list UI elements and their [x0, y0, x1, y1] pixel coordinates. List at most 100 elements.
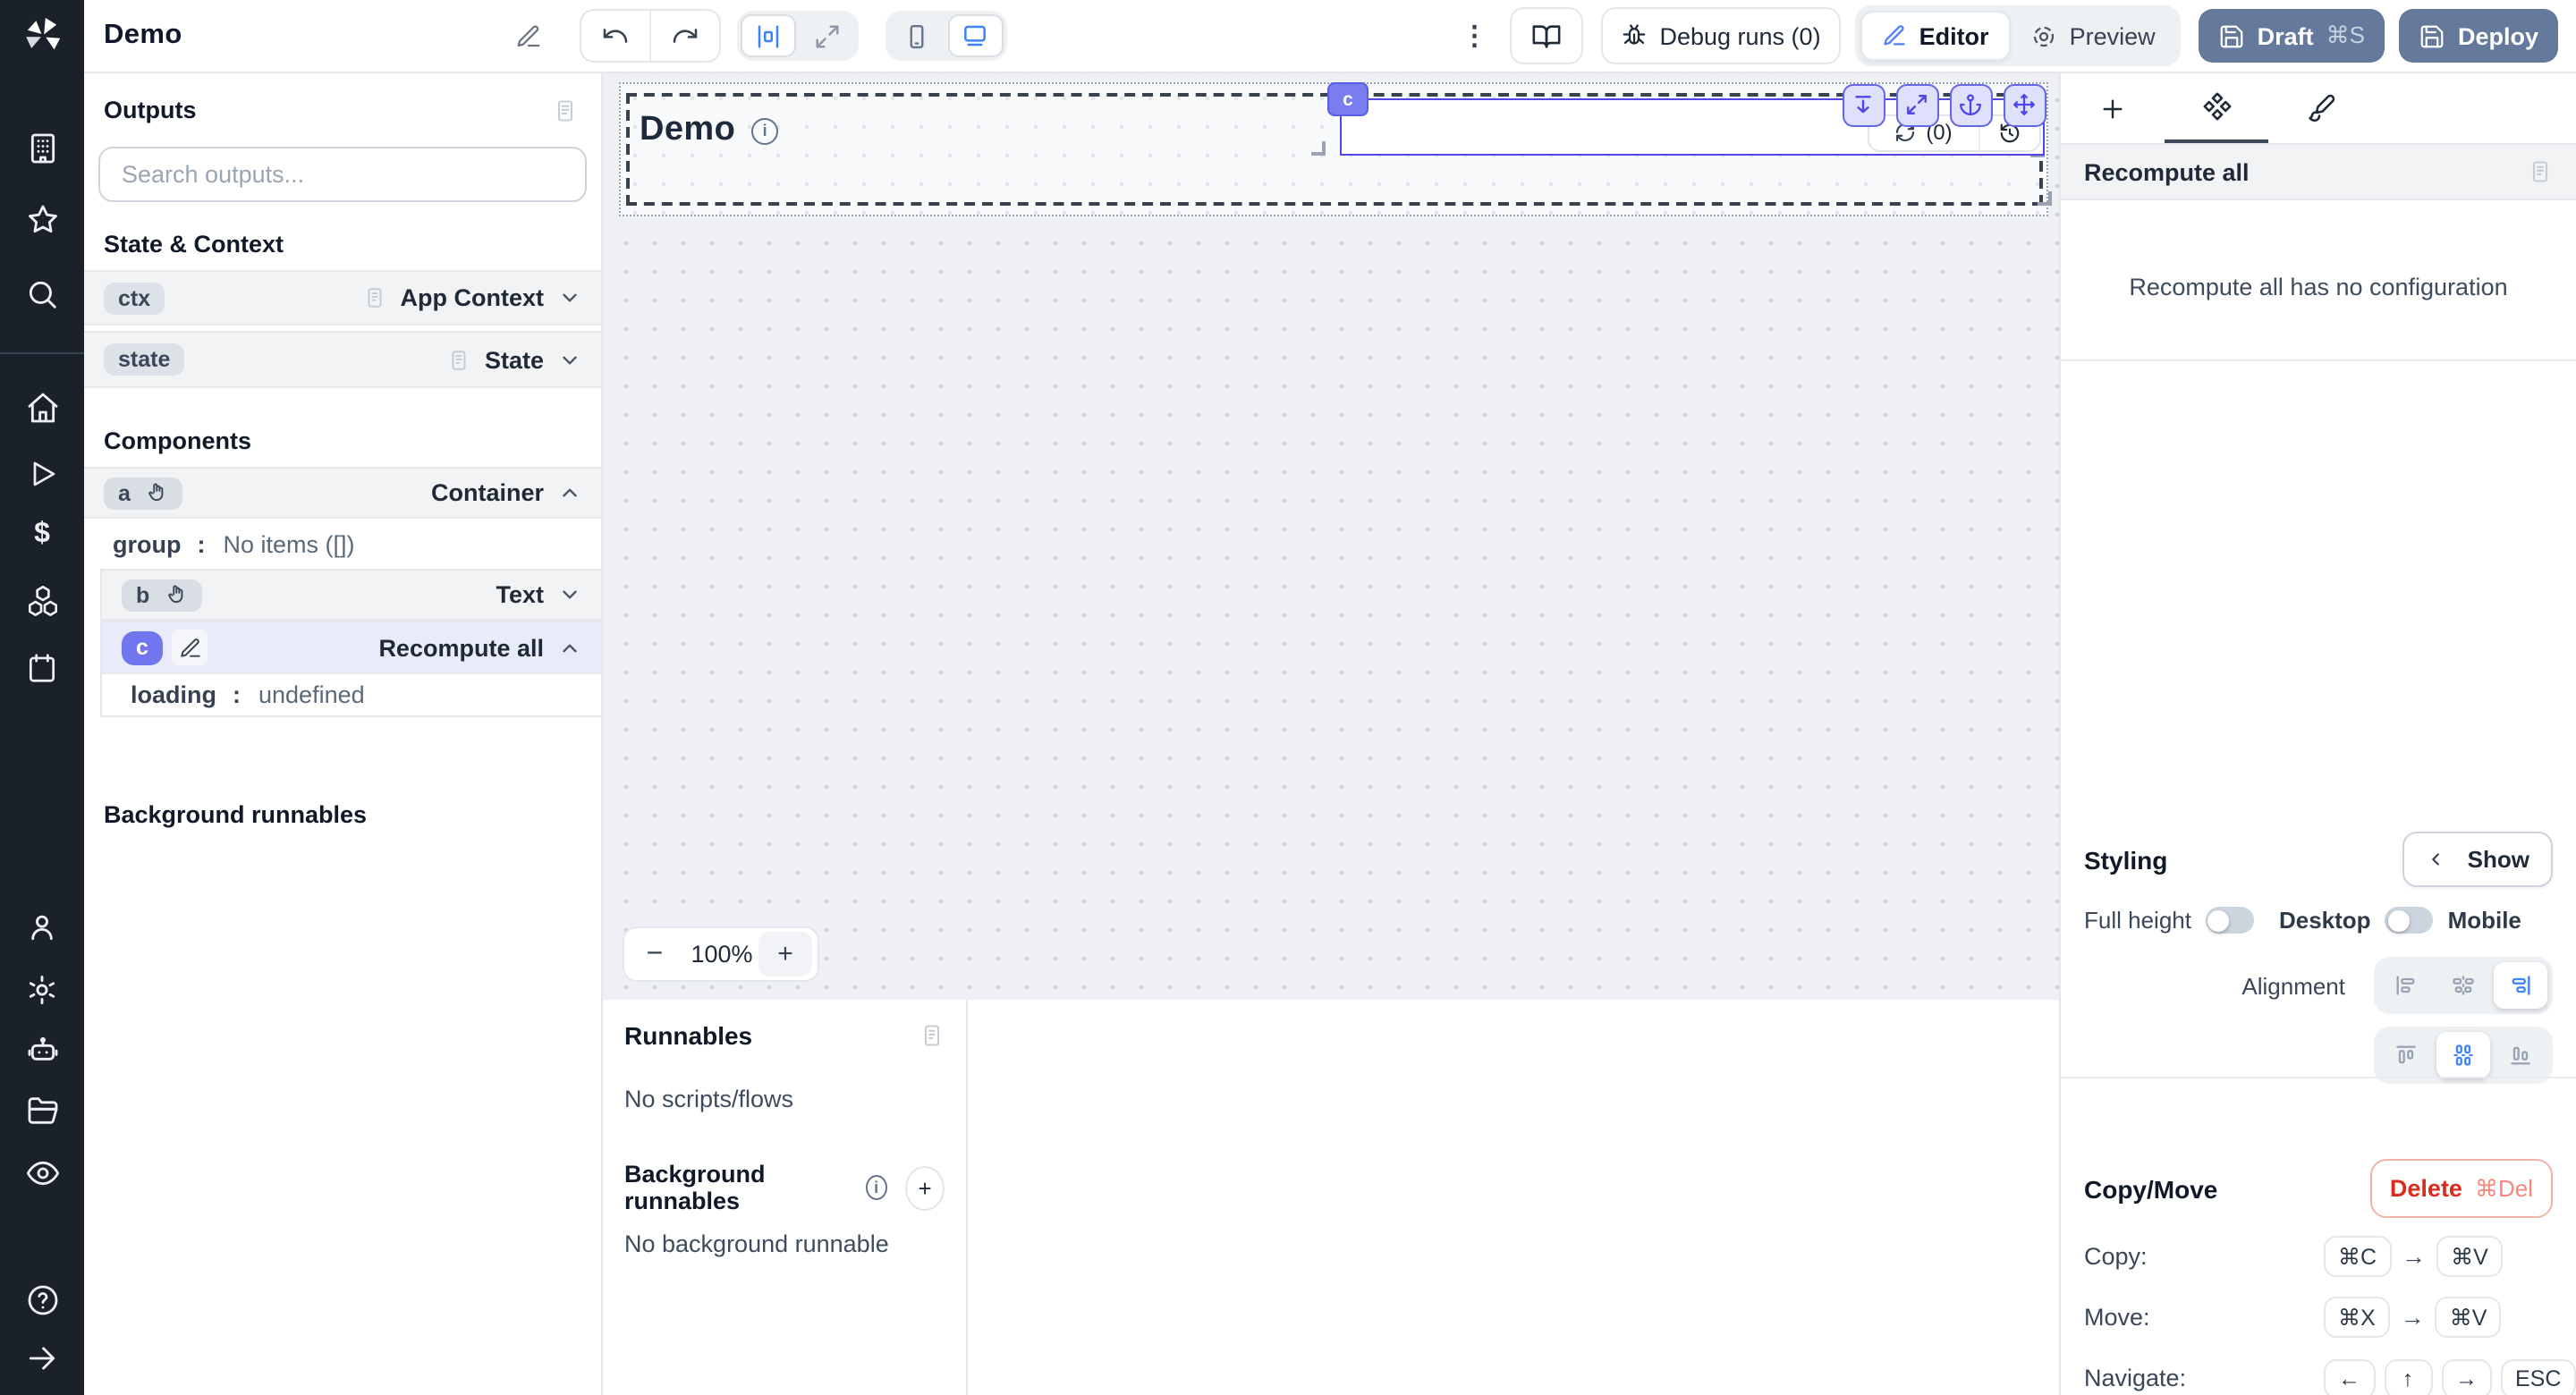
component-row-c[interactable]: c Recompute all — [102, 621, 601, 674]
component-row-a[interactable]: a Container — [84, 467, 601, 519]
search-outputs-input[interactable] — [118, 159, 567, 190]
loading-prop-row: loading : undefined — [102, 674, 601, 715]
ctx-type-label: App Context — [401, 284, 545, 311]
zoom-out-button[interactable]: − — [624, 938, 685, 970]
collapse-arrow-right-icon[interactable] — [0, 1336, 84, 1379]
panel-divider — [2061, 1077, 2576, 1078]
settings-doc-icon[interactable] — [2528, 159, 2553, 184]
a-badge: a — [104, 477, 182, 509]
empty-config-message: Recompute all has no configuration — [2061, 274, 2576, 300]
settings-gear-icon[interactable] — [0, 968, 84, 1010]
align-bottom-icon[interactable] — [2494, 1032, 2547, 1078]
fullscreen-button[interactable] — [1896, 84, 1938, 126]
align-center-vertical-icon[interactable] — [2436, 1032, 2490, 1078]
b-type-label: Text — [496, 581, 544, 608]
styling-section: Styling Show Full height Desktop — [2084, 832, 2553, 1084]
alignment-label: Alignment — [2241, 973, 2345, 1000]
home-icon[interactable] — [0, 386, 84, 429]
expand-canvas-icon[interactable] — [800, 14, 855, 57]
edit-component-pencil-icon[interactable] — [172, 630, 208, 665]
kbd-key: ESC — [2501, 1358, 2575, 1395]
align-top-icon[interactable] — [2379, 1032, 2433, 1078]
outputs-doc-icon[interactable] — [553, 97, 578, 123]
variables-dollar-icon[interactable]: $ — [0, 513, 84, 556]
help-icon[interactable] — [0, 1279, 84, 1322]
copy-shortcut-row: Copy: ⌘C → ⌘V — [2084, 1234, 2553, 1279]
align-right-icon[interactable] — [2494, 962, 2547, 1009]
resize-handle[interactable] — [1311, 141, 1326, 156]
workspace-building-icon[interactable] — [0, 127, 84, 170]
info-icon[interactable]: i — [865, 1175, 887, 1200]
delete-button[interactable]: Delete ⌘Del — [2370, 1159, 2553, 1218]
align-center-horizontal-icon[interactable] — [2436, 962, 2490, 1009]
mobile-label: Mobile — [2448, 907, 2521, 934]
windmill-logo[interactable] — [0, 13, 84, 59]
runnables-doc-icon[interactable] — [919, 1023, 945, 1048]
output-row-ctx[interactable]: ctx App Context — [84, 270, 601, 326]
chevron-down-icon[interactable] — [558, 286, 581, 309]
redo-button[interactable] — [649, 11, 719, 61]
undo-button[interactable] — [581, 11, 649, 61]
show-styling-button[interactable]: Show — [2403, 832, 2553, 887]
kbd-key: ⌘V — [2436, 1297, 2502, 1338]
outputs-title: Outputs — [104, 97, 197, 123]
canvas-zoom-control: − 100% + — [623, 926, 819, 982]
tab-settings-component-icon[interactable] — [2165, 73, 2268, 143]
panel-divider — [2061, 359, 2576, 361]
search-icon[interactable] — [0, 272, 84, 315]
more-menu-kebab-icon[interactable]: ⋮ — [1457, 20, 1491, 52]
tab-preview[interactable]: Preview — [2011, 13, 2175, 59]
folders-icon[interactable] — [0, 1089, 84, 1132]
chevron-down-icon[interactable] — [558, 583, 581, 606]
background-runnables-heading: Background runnables — [104, 801, 601, 828]
schedules-calendar-icon[interactable] — [0, 646, 84, 689]
chevron-down-icon[interactable] — [558, 348, 581, 371]
chevron-up-icon[interactable] — [558, 481, 581, 504]
docs-book-button[interactable] — [1509, 7, 1582, 64]
debug-runs-label: Debug runs (0) — [1659, 22, 1820, 49]
kbd-key: ⌘V — [2436, 1236, 2503, 1277]
mobile-view-icon[interactable] — [889, 14, 945, 57]
runs-play-icon[interactable] — [0, 452, 84, 495]
output-row-state[interactable]: state State — [84, 331, 601, 388]
workers-robot-icon[interactable] — [0, 1030, 84, 1073]
deploy-button[interactable]: Deploy — [2399, 9, 2558, 63]
component-settings-header: Recompute all — [2061, 145, 2576, 200]
users-person-icon[interactable] — [0, 905, 84, 948]
draft-save-button[interactable]: Draft ⌘S — [2199, 9, 2385, 63]
desktop-toggle[interactable] — [2385, 907, 2434, 934]
tab-editor[interactable]: Editor — [1860, 11, 2011, 61]
kbd-key: ⌘C — [2324, 1236, 2391, 1277]
tab-insert-plus-icon[interactable] — [2061, 73, 2165, 143]
resize-handle[interactable] — [2038, 191, 2052, 206]
app-canvas[interactable]: Demo i c (0) — [603, 73, 2059, 1000]
audit-eye-icon[interactable] — [0, 1152, 84, 1195]
draft-label: Draft — [2258, 22, 2314, 49]
no-background-runnable-label: No background runnable — [624, 1230, 945, 1257]
edit-title-pencil-icon[interactable] — [515, 22, 542, 49]
anchor-button[interactable] — [1950, 84, 1992, 126]
bottom-editor-area — [968, 1000, 2059, 1395]
zoom-in-button[interactable]: + — [758, 932, 812, 976]
state-type-label: State — [485, 346, 544, 373]
sidebar-rail: $ — [0, 0, 84, 1395]
align-left-icon[interactable] — [2379, 962, 2433, 1009]
component-row-b[interactable]: b Text — [102, 571, 601, 621]
tab-styling-brush-icon[interactable] — [2268, 73, 2372, 143]
favorites-star-icon[interactable] — [0, 199, 84, 241]
search-outputs-box — [98, 147, 587, 202]
resources-cubes-icon[interactable] — [0, 579, 84, 622]
deploy-label: Deploy — [2458, 22, 2538, 49]
canvas-text-component[interactable]: Demo — [640, 111, 735, 150]
info-icon[interactable]: i — [751, 117, 778, 144]
selected-component-tag[interactable]: c — [1327, 82, 1368, 116]
chevron-up-icon[interactable] — [558, 636, 581, 659]
debug-runs-button[interactable]: Debug runs (0) — [1600, 7, 1840, 64]
move-button[interactable] — [2004, 84, 2046, 126]
full-height-toggle[interactable] — [2206, 907, 2254, 934]
add-background-runnable-button[interactable]: + — [905, 1165, 945, 1210]
expand-down-button[interactable] — [1843, 84, 1885, 126]
desktop-view-icon[interactable] — [948, 14, 1004, 57]
preview-eye-icon — [2030, 22, 2057, 49]
center-content-icon[interactable] — [741, 14, 796, 57]
